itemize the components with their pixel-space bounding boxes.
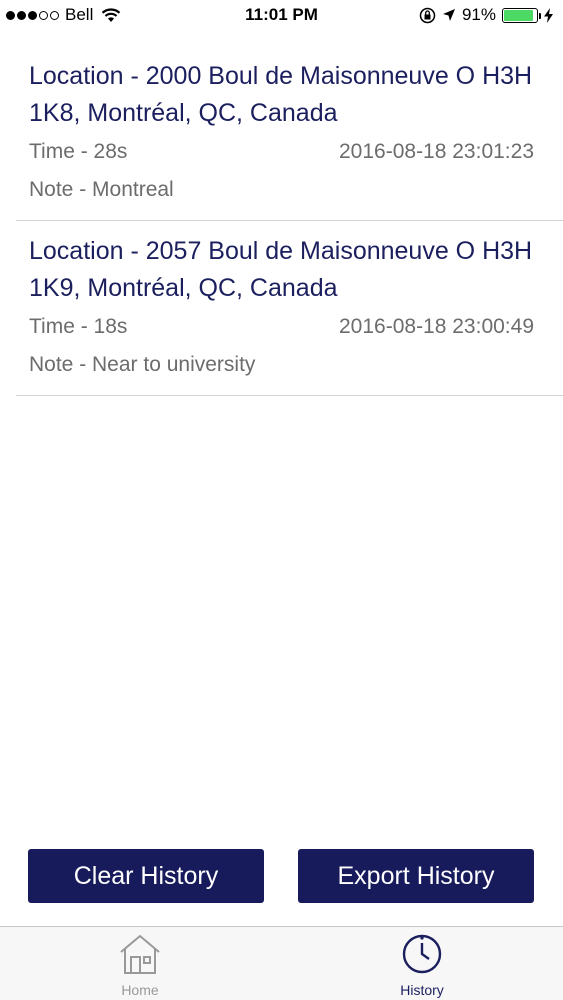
clock-icon <box>402 934 442 974</box>
history-item-timestamp: 2016-08-18 23:01:23 <box>339 140 534 163</box>
battery-level <box>504 9 533 21</box>
tab-bar: Home History <box>0 926 563 1000</box>
status-right: 91% <box>419 5 553 25</box>
history-item-location: Location - 2057 Boul de Maisonneuve O H3… <box>29 237 533 302</box>
history-item[interactable]: Location - 2000 Boul de Maisonneuve O H3… <box>16 46 563 221</box>
history-item-meta: Time - 28s 2016-08-18 23:01:23 <box>29 140 534 164</box>
tab-history[interactable]: History <box>352 933 492 998</box>
orientation-lock-icon <box>419 7 436 23</box>
battery-icon <box>502 7 541 23</box>
battery-percentage: 91% <box>461 5 496 24</box>
history-item[interactable]: Location - 2057 Boul de Maisonneuve O H3… <box>16 221 563 396</box>
home-icon <box>120 934 160 974</box>
tab-home[interactable]: Home <box>70 933 210 998</box>
charging-bolt-icon <box>544 7 553 23</box>
history-list: Location - 2000 Boul de Maisonneuve O H3… <box>0 46 563 396</box>
battery-cap <box>539 12 541 19</box>
tab-history-label: History <box>400 982 444 998</box>
export-history-button[interactable]: Export History <box>298 849 534 903</box>
history-item-meta: Time - 18s 2016-08-18 23:00:49 <box>29 315 534 339</box>
location-arrow-icon <box>442 9 455 21</box>
history-item-note: Note - Near to university <box>29 353 256 376</box>
history-item-timestamp: 2016-08-18 23:00:49 <box>339 315 534 338</box>
clear-history-button[interactable]: Clear History <box>28 849 264 903</box>
history-item-location: Location - 2000 Boul de Maisonneuve O H3… <box>29 62 533 127</box>
history-item-duration: Time - 28s <box>29 140 128 163</box>
history-item-duration: Time - 18s <box>29 315 128 338</box>
tab-home-label: Home <box>121 982 159 998</box>
history-item-note: Note - Montreal <box>29 178 174 201</box>
status-bar: Bell 11:01 PM 91% <box>0 0 563 32</box>
